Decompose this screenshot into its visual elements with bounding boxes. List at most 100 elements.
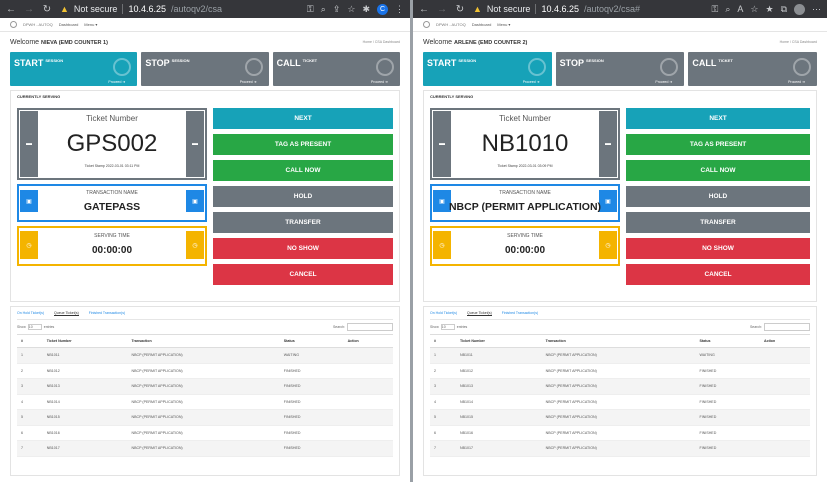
favorites-icon[interactable]: ★ xyxy=(765,4,773,15)
col-transaction[interactable]: Transaction xyxy=(541,334,696,348)
next-button[interactable]: NEXT xyxy=(626,108,810,129)
reload-icon[interactable]: ↻ xyxy=(42,4,52,15)
search-label: Search: xyxy=(332,324,345,329)
brand: DPWH - AUTOQ xyxy=(23,22,53,27)
tab-finished[interactable]: Finished Transaction(s) xyxy=(502,311,538,315)
search-input[interactable] xyxy=(347,323,393,331)
transfer-button[interactable]: TRANSFER xyxy=(626,212,810,233)
length-control: Show 10 entries xyxy=(430,324,467,330)
forward-icon[interactable]: → xyxy=(437,4,447,15)
zoom-icon[interactable]: ⌕ xyxy=(725,4,730,15)
proceed-link[interactable]: Proceed ➔ xyxy=(240,80,257,84)
proceed-link[interactable]: Proceed ➔ xyxy=(655,80,672,84)
row-transaction: NBCP (PERMIT APPLICATION) xyxy=(541,425,696,441)
read-aloud-icon[interactable]: A xyxy=(737,4,743,14)
proceed-link[interactable]: Proceed ➔ xyxy=(371,80,388,84)
call-ticket-card[interactable]: CALL TICKET Proceed ➔ xyxy=(688,52,818,86)
row-action xyxy=(343,363,393,379)
col-transaction[interactable]: Transaction xyxy=(127,334,280,348)
no-show-button[interactable]: NO SHOW xyxy=(213,238,393,259)
entries-select[interactable]: 10 xyxy=(27,324,42,330)
forward-icon[interactable]: → xyxy=(24,4,34,15)
more-icon[interactable]: ⋯ xyxy=(812,4,821,15)
table-header: # Ticket Number Transaction Status Actio… xyxy=(17,334,393,348)
zoom-icon[interactable]: ⌕ xyxy=(321,4,326,15)
search-label: Search: xyxy=(749,324,762,329)
hold-button[interactable]: HOLD xyxy=(213,186,393,207)
megaphone-icon xyxy=(793,58,812,76)
col-ticket[interactable]: Ticket Number xyxy=(42,334,128,348)
start-session-card[interactable]: START SESSION Proceed ➔ xyxy=(423,52,552,86)
row-ticket: NB1012 xyxy=(42,363,128,379)
stop-label: STOP xyxy=(145,58,170,68)
back-icon[interactable]: ← xyxy=(419,4,429,15)
user-name: ARLENE (EMD COUNTER 2) xyxy=(454,39,528,46)
col-action[interactable]: Action xyxy=(343,334,393,348)
cancel-button[interactable]: CANCEL xyxy=(626,264,810,285)
toolbar-icons: ⚿ ⌕ ⇪ ☆ ✱ C ⋮ xyxy=(307,3,404,15)
collections-icon[interactable]: ⧉ xyxy=(781,4,787,15)
stop-sub: SESSION xyxy=(171,58,190,63)
more-icon[interactable]: ⋮ xyxy=(395,4,404,15)
proceed-link[interactable]: Proceed ➔ xyxy=(788,80,805,84)
next-button[interactable]: NEXT xyxy=(213,108,393,129)
tag-as-present-button[interactable]: TAG AS PRESENT xyxy=(213,134,393,155)
row-transaction: NBCP (PERMIT APPLICATION) xyxy=(541,363,696,379)
reload-icon[interactable]: ↻ xyxy=(455,4,465,15)
nav-dashboard[interactable]: Dashboard xyxy=(59,22,79,27)
tab-onhold[interactable]: On Hold Ticket(s) xyxy=(17,311,44,315)
browser-window-right: ← → ↻ ▲ Not secure 10.4.6.25/autoqv2/csa… xyxy=(413,0,827,482)
ticket-stamp: Ticket Stamp 2022-03-01 03:09 PM xyxy=(497,164,553,168)
col-number[interactable]: # xyxy=(17,334,43,348)
breadcrumb[interactable]: Home / CSA Dashboard xyxy=(363,40,400,44)
nav-menu[interactable]: Menu ▾ xyxy=(497,22,510,27)
address-bar[interactable]: ▲ Not secure 10.4.6.25/autoqv2/csa# xyxy=(473,4,703,14)
call-ticket-card[interactable]: CALL TICKET Proceed ➔ xyxy=(272,52,400,86)
tag-as-present-button[interactable]: TAG AS PRESENT xyxy=(626,134,810,155)
key-icon[interactable]: ⚿ xyxy=(307,4,314,15)
col-status[interactable]: Status xyxy=(279,334,344,348)
tab-queue[interactable]: Queue Ticket(s) xyxy=(54,311,79,316)
row-ticket: NB1014 xyxy=(42,394,128,410)
col-action[interactable]: Action xyxy=(760,334,810,348)
profile-icon[interactable]: C xyxy=(377,3,388,15)
share-icon[interactable]: ⇪ xyxy=(333,4,341,15)
call-now-button[interactable]: CALL NOW xyxy=(626,160,810,181)
start-session-card[interactable]: START SESSION Proceed ➔ xyxy=(10,52,138,86)
key-icon[interactable]: ⚿ xyxy=(711,4,718,15)
back-icon[interactable]: ← xyxy=(6,4,16,15)
ticket-number: GPS002 xyxy=(66,130,158,157)
address-bar[interactable]: ▲ Not secure 10.4.6.25/autoqv2/csa xyxy=(60,4,299,14)
call-now-button[interactable]: CALL NOW xyxy=(213,160,393,181)
search-input[interactable] xyxy=(764,323,810,331)
tab-queue[interactable]: Queue Ticket(s) xyxy=(467,311,492,316)
transfer-button[interactable]: TRANSFER xyxy=(213,212,393,233)
star-icon[interactable]: ☆ xyxy=(347,4,355,15)
row-ticket: NB1013 xyxy=(456,378,542,395)
proceed-link[interactable]: Proceed ➔ xyxy=(108,80,125,84)
stop-session-card[interactable]: STOP SESSION Proceed ➔ xyxy=(141,52,269,86)
extensions-icon[interactable]: ✱ xyxy=(362,4,370,15)
row-ticket: NB1015 xyxy=(42,409,128,426)
no-show-button[interactable]: NO SHOW xyxy=(626,238,810,259)
row-action xyxy=(343,394,393,410)
row-number: 7 xyxy=(17,440,43,457)
proceed-link[interactable]: Proceed ➔ xyxy=(523,80,540,84)
breadcrumb[interactable]: Home / CSA Dashboard xyxy=(780,40,817,44)
tab-onhold[interactable]: On Hold Ticket(s) xyxy=(430,311,457,315)
hold-button[interactable]: HOLD xyxy=(626,186,810,207)
col-ticket[interactable]: Ticket Number xyxy=(456,334,542,348)
stop-session-card[interactable]: STOP SESSION Proceed ➔ xyxy=(555,52,685,86)
nav-menu[interactable]: Menu ▾ xyxy=(84,22,97,27)
nav-dashboard[interactable]: Dashboard xyxy=(472,22,492,27)
cancel-button[interactable]: CANCEL xyxy=(213,264,393,285)
entries-select[interactable]: 10 xyxy=(440,324,455,330)
col-number[interactable]: # xyxy=(430,334,457,348)
tab-finished[interactable]: Finished Transaction(s) xyxy=(89,311,125,315)
row-action xyxy=(343,347,393,364)
ticket-number-label: Ticket Number xyxy=(499,114,551,123)
col-status[interactable]: Status xyxy=(695,334,761,348)
play-icon xyxy=(113,58,132,76)
profile-avatar[interactable] xyxy=(794,3,805,15)
star-icon[interactable]: ☆ xyxy=(750,4,758,15)
